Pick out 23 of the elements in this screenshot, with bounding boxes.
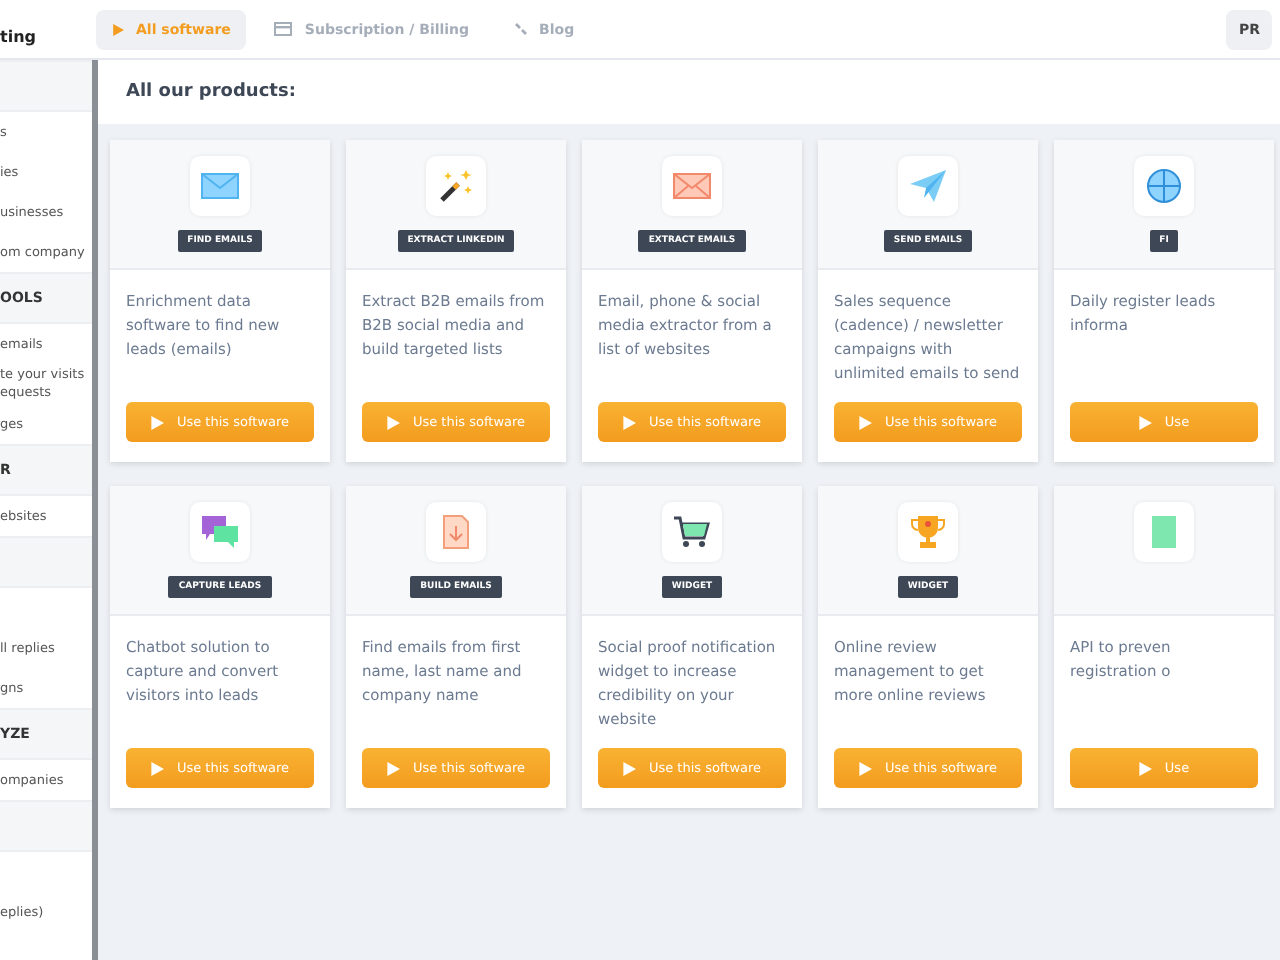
play-icon <box>1138 415 1153 429</box>
play-icon <box>112 23 124 35</box>
paper-plane-icon <box>908 168 948 204</box>
play-icon <box>622 415 637 429</box>
logo-text: ting <box>0 28 38 50</box>
play-icon <box>150 761 165 775</box>
play-icon <box>858 761 873 775</box>
magic-wand-icon <box>436 168 476 204</box>
play-icon <box>386 761 401 775</box>
globe-icon <box>1144 168 1184 204</box>
link-icon <box>513 22 528 36</box>
card-icon <box>274 22 293 36</box>
play-icon <box>622 761 637 775</box>
envelope-icon <box>672 168 712 204</box>
chat-bubbles-icon <box>200 514 240 550</box>
play-icon <box>386 415 401 429</box>
trophy-icon <box>908 514 948 550</box>
play-icon <box>858 415 873 429</box>
envelope-icon <box>200 168 240 204</box>
page-heading: All our products: <box>98 60 1280 124</box>
shopping-cart-icon <box>672 514 712 550</box>
play-icon <box>1138 761 1153 775</box>
play-icon <box>150 415 165 429</box>
